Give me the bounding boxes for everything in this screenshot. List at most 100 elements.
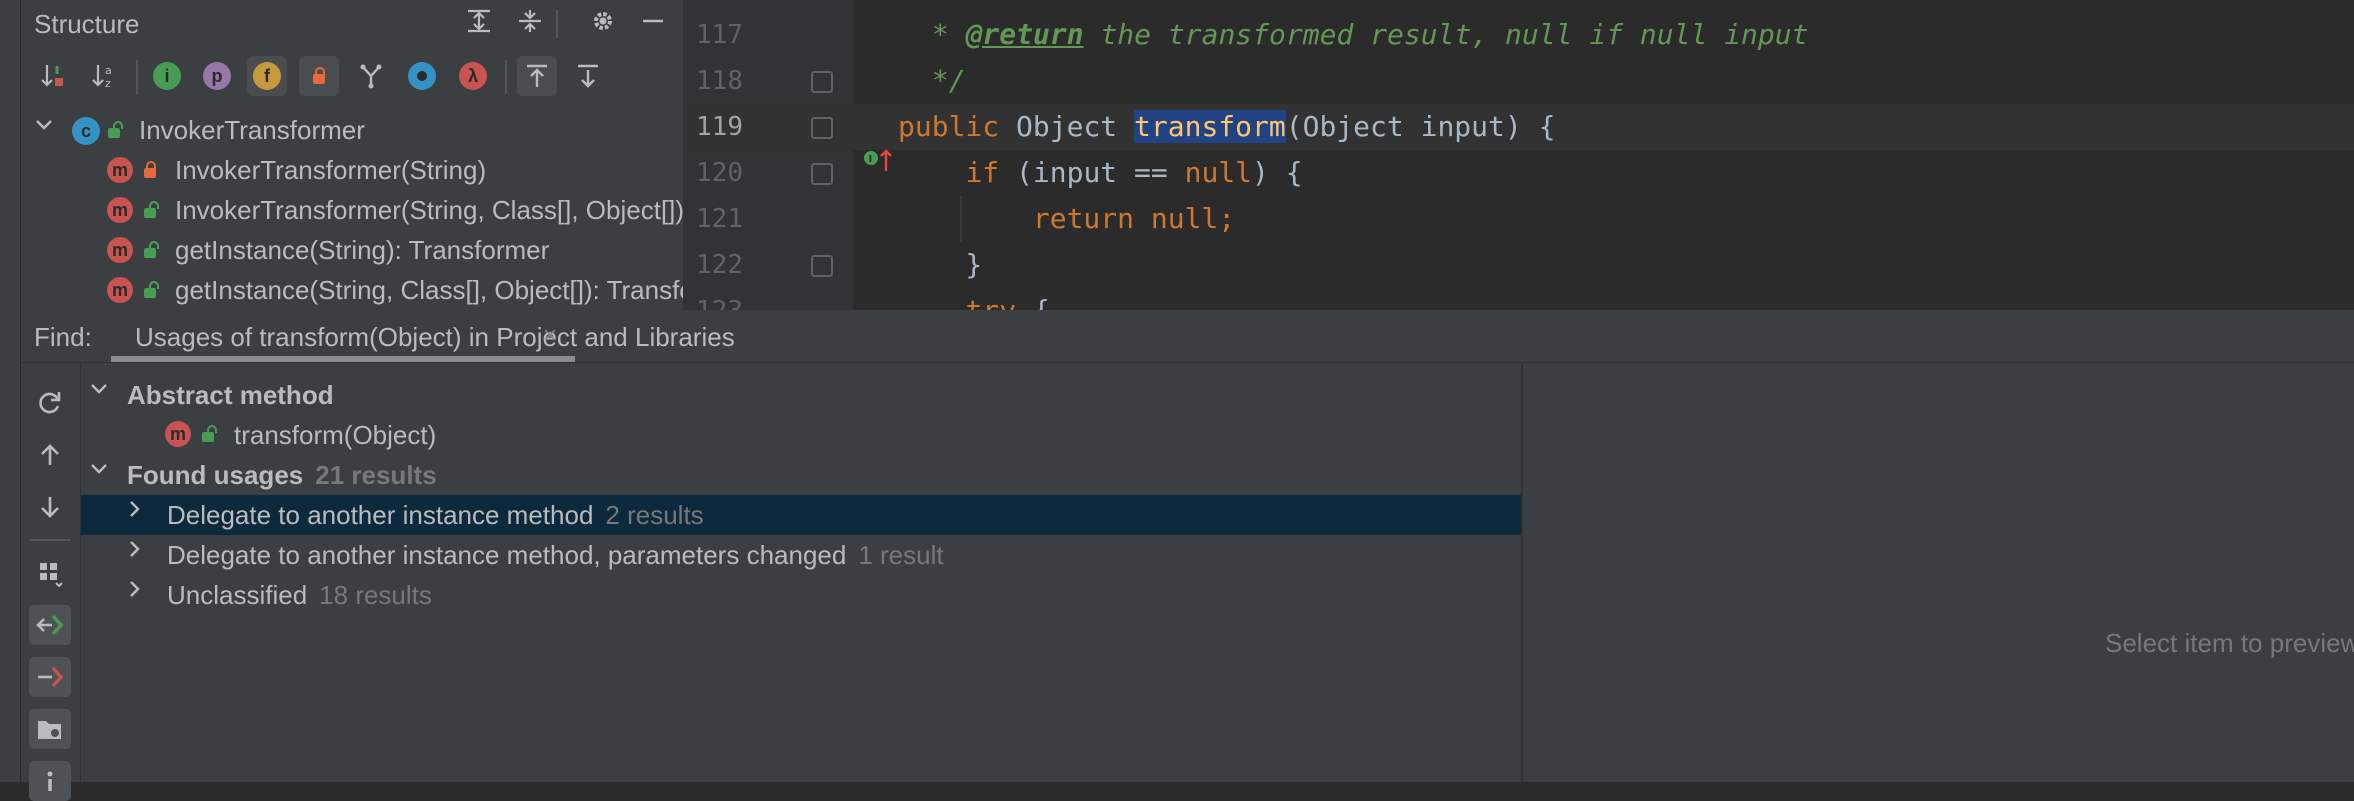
- info-icon[interactable]: [29, 761, 71, 801]
- code-line[interactable]: 121 return null;: [683, 196, 2354, 242]
- structure-toolbar: az i p f λ: [21, 56, 683, 100]
- gear-icon[interactable]: [587, 8, 619, 40]
- svg-text:z: z: [105, 77, 111, 90]
- code-line-current[interactable]: 119 I public Object transform(Object inp…: [683, 104, 2354, 171]
- header-separator: [556, 10, 558, 38]
- line-number: 118: [696, 66, 743, 96]
- line-number: 119: [696, 112, 743, 142]
- method-icon: m: [107, 237, 133, 263]
- exclude-icon[interactable]: [29, 657, 71, 697]
- autoscroll-to-source-icon[interactable]: [517, 56, 557, 96]
- method-icon: m: [107, 277, 133, 303]
- usage-group-row[interactable]: Delegate to another instance method 2 res…: [81, 495, 1521, 535]
- find-sidebar: [21, 363, 81, 801]
- chevron-right-icon[interactable]: [125, 539, 145, 565]
- sort-alphabetically-icon[interactable]: az: [84, 56, 124, 96]
- usage-group-row[interactable]: Unclassified 18 results: [81, 575, 1521, 615]
- toolbar-separator: [136, 60, 138, 94]
- rerun-icon[interactable]: [29, 383, 71, 423]
- sidebar-separator: [29, 539, 71, 541]
- code-line[interactable]: 120 if (input == null) {: [683, 150, 2354, 196]
- show-inherited-icon[interactable]: i: [147, 56, 187, 96]
- chevron-down-icon[interactable]: [89, 459, 109, 485]
- usage-group-label: Delegate to another instance method: [167, 500, 594, 530]
- find-label: Find:: [34, 322, 92, 352]
- tree-row-method[interactable]: m getInstance(String): Transformer: [21, 231, 683, 271]
- line-number: 122: [696, 250, 743, 280]
- chevron-down-icon[interactable]: [89, 379, 109, 405]
- tree-row-method[interactable]: m getInstance(String, Class[], Object[])…: [21, 271, 683, 310]
- tree-label: getInstance(String, Class[], Object[]): …: [175, 275, 683, 305]
- line-number: 117: [696, 20, 743, 50]
- preview-hint: Select item to preview: [2105, 628, 2354, 658]
- result-count: 18 results: [319, 580, 432, 610]
- code-text: */: [915, 64, 966, 97]
- show-lambdas-icon[interactable]: [351, 56, 391, 96]
- show-anonymous-icon[interactable]: [402, 56, 442, 96]
- tree-row-method[interactable]: m InvokerTransformer(String): [21, 151, 683, 191]
- chevron-right-icon[interactable]: [125, 499, 145, 525]
- private-lock-icon: [144, 161, 156, 179]
- structure-title: Structure: [34, 9, 140, 39]
- preview-pane: Select item to preview: [1521, 363, 2354, 782]
- tree-row-class[interactable]: c InvokerTransformer: [21, 111, 683, 151]
- open-in-folder-icon[interactable]: [29, 709, 71, 749]
- method-icon: m: [107, 197, 133, 223]
- show-non-public-icon[interactable]: [299, 56, 339, 96]
- code-line[interactable]: 122 }: [683, 242, 2354, 288]
- group-abstract-method[interactable]: Abstract method: [81, 375, 1521, 415]
- code-line[interactable]: 117 * @return the transformed result, nu…: [683, 12, 2354, 58]
- public-lock-icon: [144, 241, 159, 259]
- code-text: }: [898, 248, 983, 281]
- group-found-usages[interactable]: Found usages 21 results: [81, 455, 1521, 495]
- code-line[interactable]: 118 */: [683, 58, 2354, 104]
- expand-all-icon[interactable]: [463, 8, 495, 40]
- fold-marker-icon[interactable]: [811, 117, 833, 139]
- find-results-tab[interactable]: Usages of transform(Object) in Project a…: [111, 310, 735, 362]
- result-label: transform(Object): [234, 420, 437, 450]
- result-count: 2 results: [605, 500, 704, 530]
- tree-label: InvokerTransformer: [139, 115, 365, 145]
- tree-label: InvokerTransformer(String): [175, 155, 487, 185]
- close-icon[interactable]: ×: [543, 322, 557, 350]
- fold-marker-icon[interactable]: [811, 71, 833, 93]
- results-tree: Abstract method m transform(Object) Foun…: [81, 363, 1521, 782]
- show-properties-icon[interactable]: p: [197, 56, 237, 96]
- tree-label: InvokerTransformer(String, Class[], Obje…: [175, 195, 683, 225]
- usage-group-label: Delegate to another instance method, par…: [167, 540, 847, 570]
- code-editor[interactable]: 117 * @return the transformed result, nu…: [683, 0, 2354, 310]
- line-number: 121: [696, 204, 743, 234]
- chevron-right-icon[interactable]: [125, 579, 145, 605]
- find-header: Find: Usages of transform(Object) in Pro…: [21, 310, 2354, 363]
- usage-group-row[interactable]: Delegate to another instance method, par…: [81, 535, 1521, 575]
- fold-marker-icon[interactable]: [811, 163, 833, 185]
- tree-row-method[interactable]: m InvokerTransformer(String, Class[], Ob…: [21, 191, 683, 231]
- group-by-icon[interactable]: [29, 553, 71, 593]
- minimize-icon[interactable]: [637, 8, 669, 40]
- method-icon: m: [165, 421, 191, 447]
- collapse-all-icon[interactable]: [514, 8, 546, 40]
- line-number: 123: [683, 296, 743, 310]
- group-label: Abstract method: [127, 380, 334, 410]
- show-fields-icon[interactable]: f: [247, 56, 287, 96]
- result-count: 21 results: [315, 460, 437, 490]
- show-lambda-icon[interactable]: λ: [453, 56, 493, 96]
- chevron-down-icon[interactable]: [34, 115, 54, 141]
- next-occurrence-icon[interactable]: [29, 487, 71, 527]
- autoscroll-from-source-icon[interactable]: [568, 56, 608, 96]
- result-item[interactable]: m transform(Object): [81, 415, 1521, 455]
- line-number: 120: [696, 158, 743, 188]
- public-lock-icon: [144, 201, 159, 219]
- fold-marker-icon[interactable]: [811, 255, 833, 277]
- public-lock-icon: [108, 121, 123, 139]
- previous-occurrence-icon[interactable]: [29, 435, 71, 475]
- sort-by-visibility-icon[interactable]: [33, 56, 73, 96]
- tab-underline: [111, 356, 575, 362]
- code-line[interactable]: 123 try {: [683, 288, 2354, 310]
- group-label: Found usages: [127, 460, 304, 490]
- class-icon: c: [72, 117, 100, 145]
- find-tab-label: Usages of transform(Object) in Project a…: [135, 322, 735, 352]
- navigate-to-source-icon[interactable]: [29, 605, 71, 645]
- tree-label: getInstance(String): Transformer: [175, 235, 550, 265]
- public-lock-icon: [144, 281, 159, 299]
